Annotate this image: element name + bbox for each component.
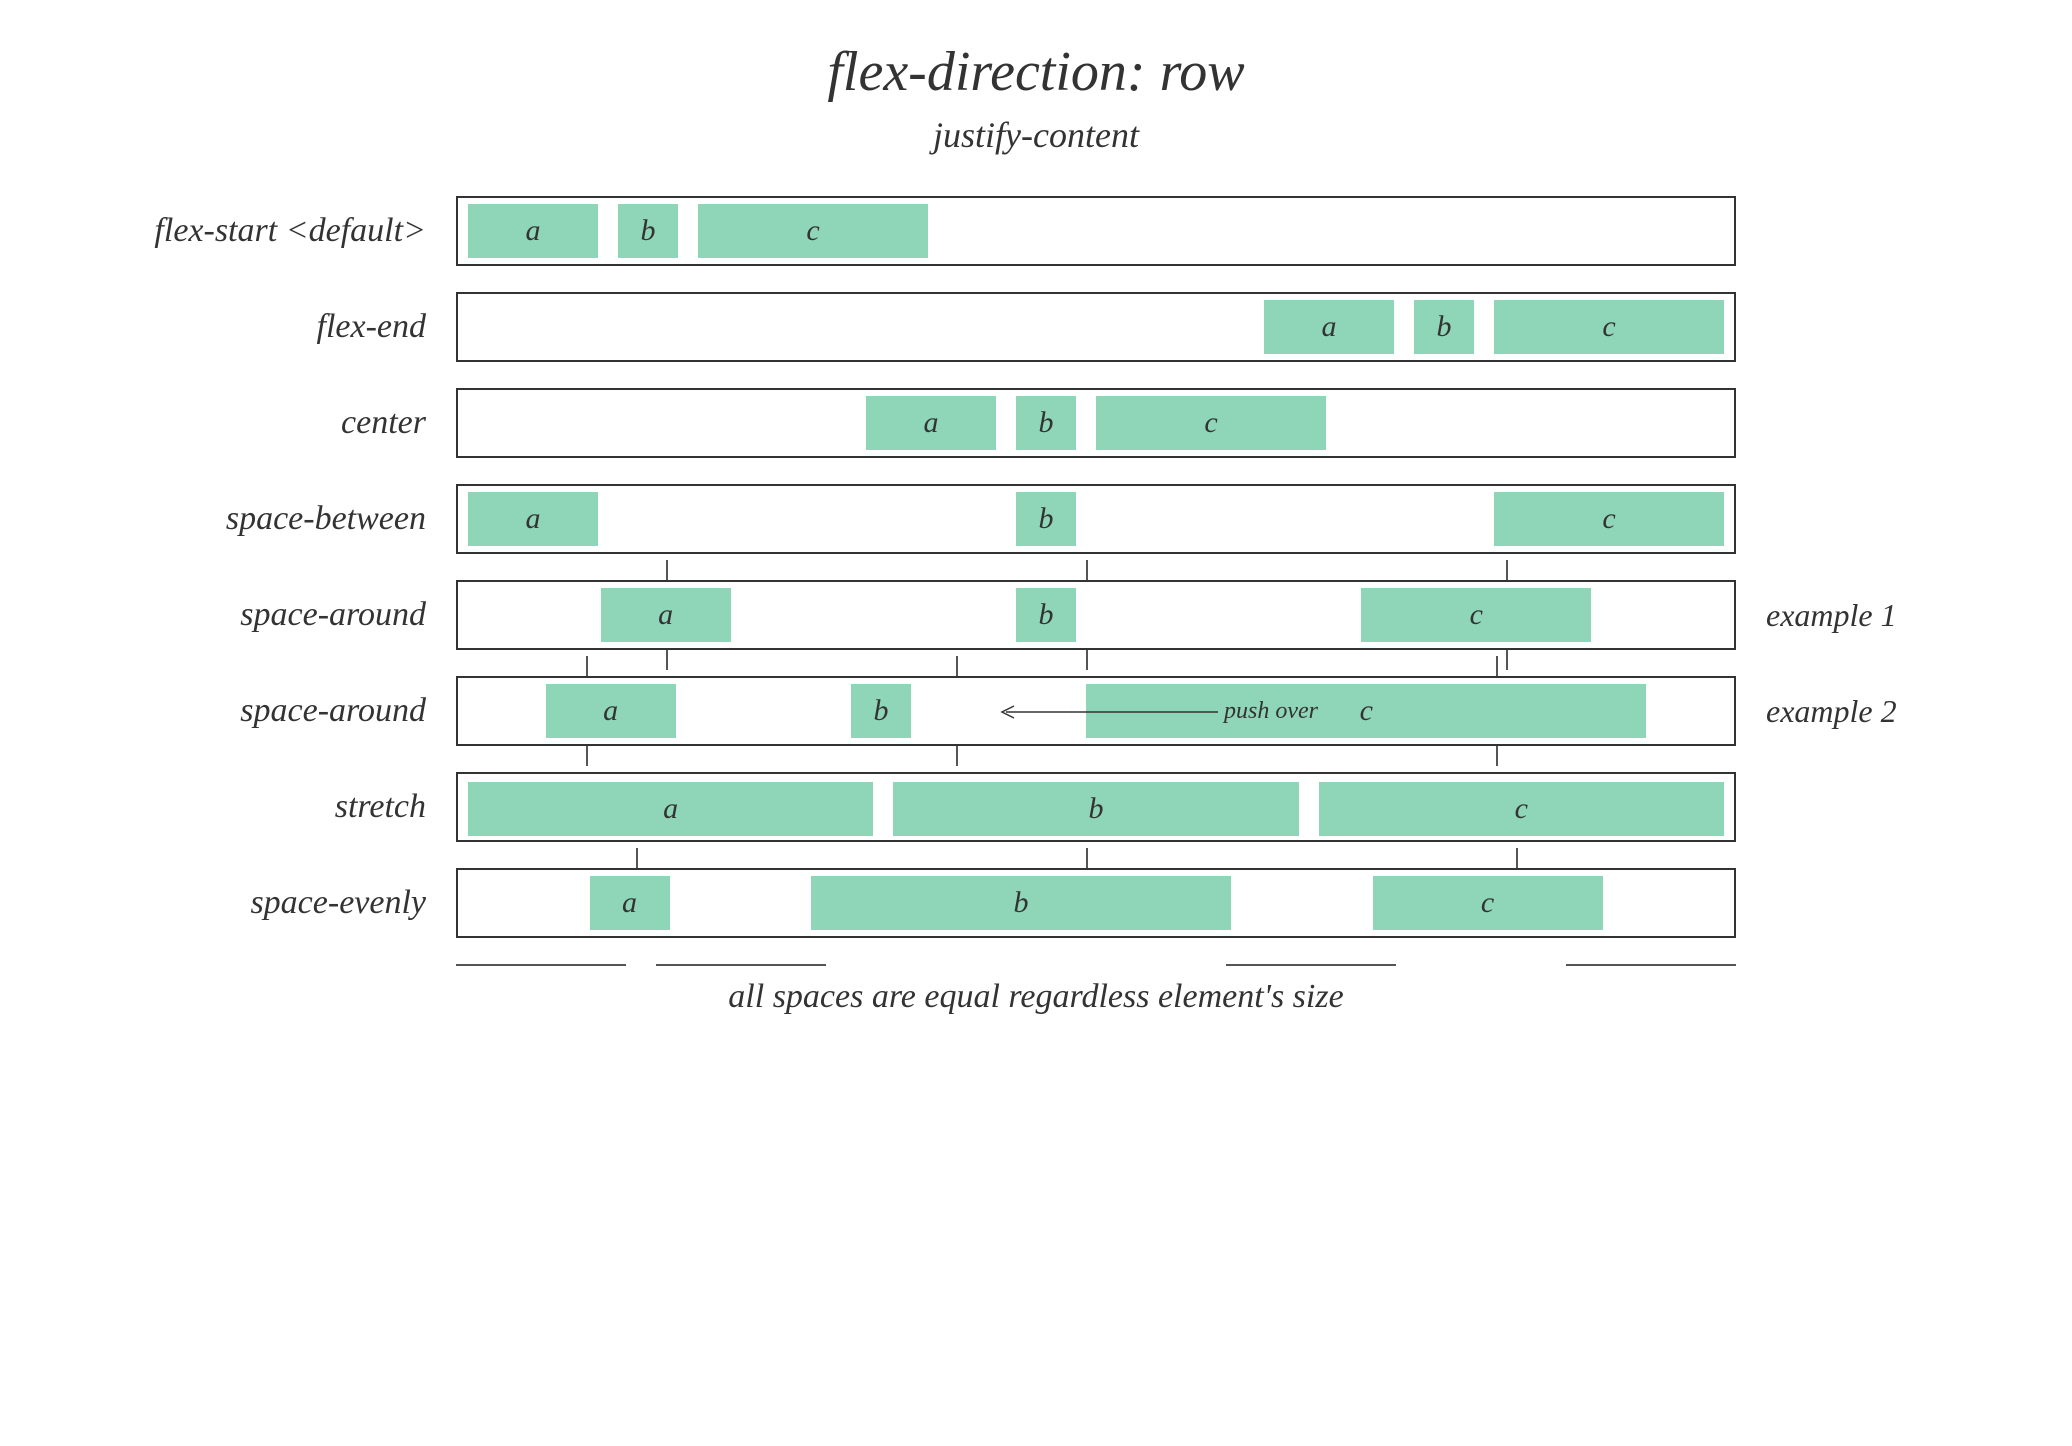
flex-item: b bbox=[618, 204, 678, 258]
tick-mark bbox=[1506, 560, 1508, 580]
row-label: stretch bbox=[56, 788, 456, 826]
measure-bar bbox=[1226, 964, 1396, 966]
push-over-arrow: push over bbox=[998, 698, 1318, 725]
footnote: all spaces are equal regardless element'… bbox=[56, 978, 2016, 1016]
diagram-title: flex-direction: row bbox=[56, 40, 2016, 104]
example-row: space-aroundabcpush overexample 2 bbox=[56, 676, 2016, 746]
example-row: space-around a b c example 1 bbox=[56, 580, 2016, 650]
row-label: space-around bbox=[56, 692, 456, 730]
flex-item: a bbox=[468, 492, 598, 546]
flex-item: b bbox=[1414, 300, 1474, 354]
example-row: flex-endabc bbox=[56, 292, 2016, 362]
flex-item: a bbox=[1264, 300, 1394, 354]
flex-container: abc bbox=[456, 388, 1736, 458]
tick-mark bbox=[1496, 656, 1498, 676]
flex-container: a b c bbox=[456, 484, 1736, 554]
flex-container: abc bbox=[456, 772, 1736, 842]
flex-item: c bbox=[1361, 588, 1591, 642]
flex-item: a bbox=[546, 684, 676, 738]
flex-item: b bbox=[1016, 588, 1076, 642]
flex-item: a bbox=[866, 396, 996, 450]
flex-container: a b c bbox=[456, 868, 1736, 938]
measure-bar bbox=[456, 964, 626, 966]
row-label: space-around bbox=[56, 596, 456, 634]
arrow-label: push over bbox=[1224, 698, 1318, 725]
flex-item: a bbox=[468, 204, 598, 258]
example-row: stretchabc bbox=[56, 772, 2016, 842]
flex-item: c bbox=[1373, 876, 1603, 930]
tick-mark bbox=[1086, 560, 1088, 580]
flex-item: c bbox=[1494, 492, 1724, 546]
tick-mark bbox=[586, 746, 588, 766]
row-label: space-between bbox=[56, 500, 456, 538]
flex-item: b bbox=[1016, 396, 1076, 450]
row-label: flex-end bbox=[56, 308, 456, 346]
diagram-subtitle: justify-content bbox=[56, 114, 2016, 156]
flex-container: a b c bbox=[456, 580, 1736, 650]
tick-mark bbox=[666, 650, 668, 670]
tick-mark bbox=[1086, 848, 1088, 868]
tick-mark bbox=[1516, 848, 1518, 868]
row-label: flex-start <default> bbox=[56, 212, 456, 250]
tick-mark bbox=[586, 656, 588, 676]
flex-item: b bbox=[1016, 492, 1076, 546]
measure-bar bbox=[1566, 964, 1736, 966]
tick-mark bbox=[1496, 746, 1498, 766]
flex-item: c bbox=[1096, 396, 1326, 450]
flex-item: a bbox=[590, 876, 670, 930]
flex-item: a bbox=[468, 782, 873, 836]
tick-mark bbox=[956, 746, 958, 766]
flex-container: abc bbox=[456, 196, 1736, 266]
flex-item: b bbox=[811, 876, 1231, 930]
example-row: space-between a b c bbox=[56, 484, 2016, 554]
flex-item: c bbox=[1319, 782, 1724, 836]
flex-container: abc bbox=[456, 292, 1736, 362]
row-label: space-evenly bbox=[56, 884, 456, 922]
flex-item: b bbox=[893, 782, 1298, 836]
tick-mark bbox=[1506, 650, 1508, 670]
example-row: flex-start <default>abc bbox=[56, 196, 2016, 266]
tick-mark bbox=[666, 560, 668, 580]
tick-mark bbox=[956, 656, 958, 676]
tick-mark bbox=[1086, 650, 1088, 670]
measure-bar bbox=[656, 964, 826, 966]
tick-mark bbox=[636, 848, 638, 868]
flex-item: b bbox=[851, 684, 911, 738]
flex-container: abcpush over bbox=[456, 676, 1736, 746]
row-trail-label: example 2 bbox=[1736, 693, 1936, 730]
row-label: center bbox=[56, 404, 456, 442]
flex-item: c bbox=[698, 204, 928, 258]
flex-item: c bbox=[1494, 300, 1724, 354]
flex-item: a bbox=[601, 588, 731, 642]
example-row: centerabc bbox=[56, 388, 2016, 458]
row-trail-label: example 1 bbox=[1736, 597, 1936, 634]
example-row: space-evenly a b c bbox=[56, 868, 2016, 938]
